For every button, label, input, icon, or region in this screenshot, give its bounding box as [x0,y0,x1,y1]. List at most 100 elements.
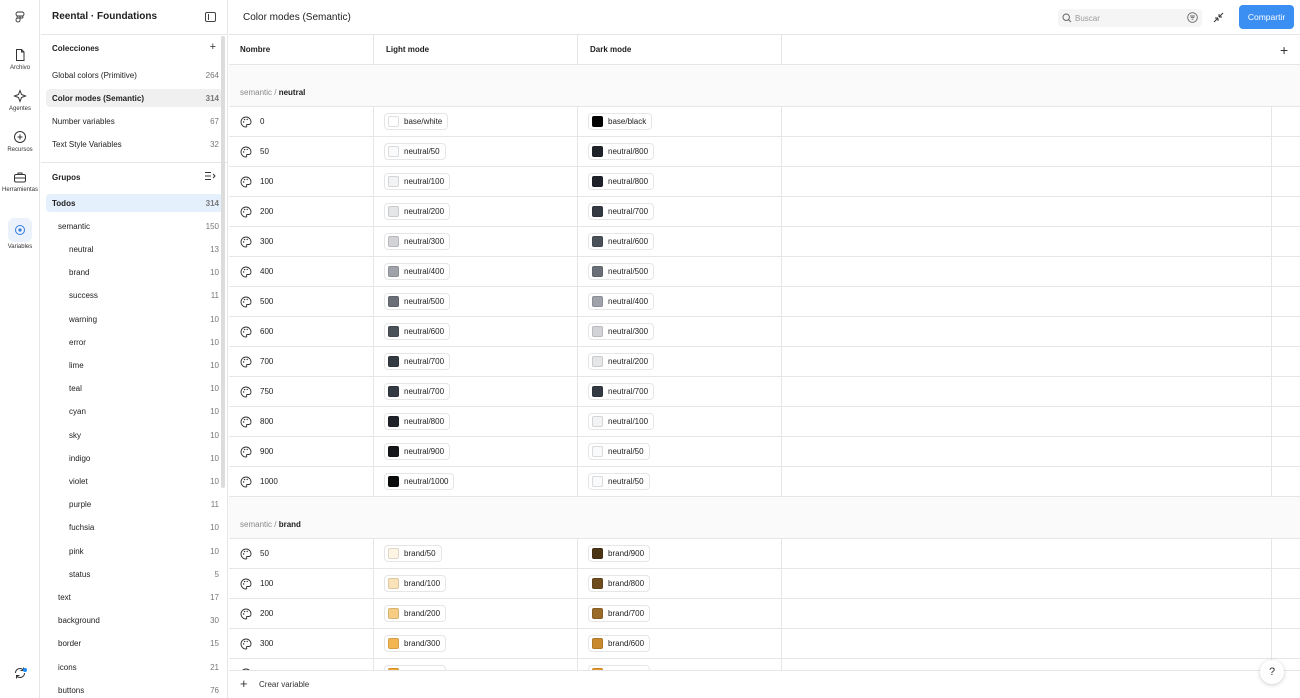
variable-name[interactable]: 1000 [260,477,278,486]
group-item[interactable]: semantic 150 [46,217,223,235]
group-item[interactable]: cyan 10 [46,403,223,421]
add-collection-button[interactable]: + [210,41,216,53]
group-item[interactable]: status 5 [46,565,223,583]
dark-mode-value[interactable]: neutral/50 [588,443,650,460]
variable-name[interactable]: 100 [260,579,273,588]
group-item[interactable]: icons 21 [46,658,223,676]
rail-item-variables[interactable]: Variables [0,218,40,250]
light-mode-value[interactable]: brand/100 [384,575,447,592]
light-mode-value[interactable]: neutral/400 [384,263,451,280]
variable-row[interactable]: 50 neutral/50 neutral/800 [229,137,1300,167]
column-header-dark-mode[interactable]: Dark mode [579,35,631,65]
group-item[interactable]: fuchsia 10 [46,519,223,537]
dark-mode-value[interactable]: neutral/800 [588,173,655,190]
variable-row[interactable]: 50 brand/50 brand/900 [229,539,1300,569]
group-list-options-icon[interactable] [204,171,216,181]
create-variable-plus-icon[interactable]: + [240,676,248,691]
group-item[interactable]: Todos 314 [46,194,223,212]
variable-name[interactable]: 600 [260,327,273,336]
group-item[interactable]: teal 10 [46,380,223,398]
variable-row[interactable]: 800 neutral/800 neutral/100 [229,407,1300,437]
variable-name[interactable]: 400 [260,267,273,276]
group-item[interactable]: neutral 13 [46,240,223,258]
dark-mode-value[interactable]: brand/900 [588,545,651,562]
create-variable-button[interactable]: Crear variable [259,680,309,689]
group-item[interactable]: indigo 10 [46,449,223,467]
light-mode-value[interactable]: neutral/800 [384,413,451,430]
group-item[interactable]: pink 10 [46,542,223,560]
variable-name[interactable]: 700 [260,357,273,366]
dark-mode-value[interactable]: base/black [588,113,653,130]
column-header-name[interactable]: Nombre [229,35,270,65]
light-mode-value[interactable]: base/white [384,113,449,130]
filter-icon[interactable] [1187,12,1198,23]
sidebar-toggle-icon[interactable] [205,12,216,22]
dark-mode-value[interactable]: neutral/700 [588,383,655,400]
variable-name[interactable]: 0 [260,117,264,126]
collection-item[interactable]: Color modes (Semantic) 314 [46,89,223,107]
light-mode-value[interactable]: brand/200 [384,605,447,622]
variable-row[interactable]: 750 neutral/700 neutral/700 [229,377,1300,407]
variable-row[interactable]: 100 neutral/100 neutral/800 [229,167,1300,197]
dark-mode-value[interactable]: neutral/500 [588,263,655,280]
light-mode-value[interactable]: neutral/200 [384,203,451,220]
light-mode-value[interactable]: brand/300 [384,635,447,652]
variable-name[interactable]: 900 [260,447,273,456]
search-box[interactable] [1058,9,1202,27]
dark-mode-value[interactable]: brand/800 [588,575,651,592]
light-mode-value[interactable]: neutral/500 [384,293,451,310]
group-item[interactable]: success 11 [46,287,223,305]
dark-mode-value[interactable]: neutral/50 [588,473,650,490]
collapse-icon[interactable] [1212,11,1225,24]
dark-mode-value[interactable]: neutral/100 [588,413,655,430]
light-mode-value[interactable]: neutral/300 [384,233,451,250]
light-mode-value[interactable]: neutral/50 [384,143,446,160]
search-input[interactable] [1075,11,1180,25]
variable-name[interactable]: 500 [260,297,273,306]
collection-item[interactable]: Text Style Variables 32 [46,135,223,153]
variable-row[interactable]: 1000 neutral/1000 neutral/50 [229,467,1300,497]
sidebar-scrollbar[interactable] [221,36,225,488]
share-button[interactable]: Compartir [1239,5,1294,29]
group-item[interactable]: lime 10 [46,356,223,374]
rail-item-recursos[interactable]: Recursos [0,130,40,153]
dark-mode-value[interactable]: brand/700 [588,605,651,622]
light-mode-value[interactable]: neutral/700 [384,383,451,400]
variable-name[interactable]: 50 [260,147,269,156]
dark-mode-value[interactable]: brand/600 [588,635,651,652]
group-item[interactable]: warning 10 [46,310,223,328]
rail-item-archivo[interactable]: Archivo [0,48,40,71]
group-item[interactable]: error 10 [46,333,223,351]
light-mode-value[interactable]: neutral/900 [384,443,451,460]
variable-row[interactable]: 0 base/white base/black [229,107,1300,137]
variable-row[interactable]: 200 neutral/200 neutral/700 [229,197,1300,227]
light-mode-value[interactable]: neutral/600 [384,323,451,340]
group-item[interactable]: brand 10 [46,264,223,282]
dark-mode-value[interactable]: neutral/300 [588,323,655,340]
variable-name[interactable]: 800 [260,417,273,426]
column-header-light-mode[interactable]: Light mode [375,35,429,65]
variable-name[interactable]: 200 [260,207,273,216]
dark-mode-value[interactable]: neutral/400 [588,293,655,310]
dark-mode-value[interactable]: neutral/700 [588,203,655,220]
group-item[interactable]: text 17 [46,588,223,606]
group-item[interactable]: purple 11 [46,496,223,514]
variable-name[interactable]: 100 [260,177,273,186]
light-mode-value[interactable]: neutral/700 [384,353,451,370]
variable-name[interactable]: 200 [260,609,273,618]
group-item[interactable]: background 30 [46,612,223,630]
variable-name[interactable]: 300 [260,237,273,246]
variable-row[interactable]: 700 neutral/700 neutral/200 [229,347,1300,377]
variable-row[interactable]: 400 neutral/400 neutral/500 [229,257,1300,287]
collection-item[interactable]: Global colors (Primitive) 264 [46,66,223,84]
dark-mode-value[interactable]: neutral/200 [588,353,655,370]
add-mode-button[interactable]: + [1280,43,1288,57]
variable-row[interactable]: 300 neutral/300 neutral/600 [229,227,1300,257]
variable-row[interactable]: 600 neutral/600 neutral/300 [229,317,1300,347]
variable-row[interactable]: 200 brand/200 brand/700 [229,599,1300,629]
variable-row[interactable]: 100 brand/100 brand/800 [229,569,1300,599]
dark-mode-value[interactable]: neutral/600 [588,233,655,250]
group-item[interactable]: buttons 76 [46,681,223,698]
group-item[interactable]: sky 10 [46,426,223,444]
group-item[interactable]: border 15 [46,635,223,653]
